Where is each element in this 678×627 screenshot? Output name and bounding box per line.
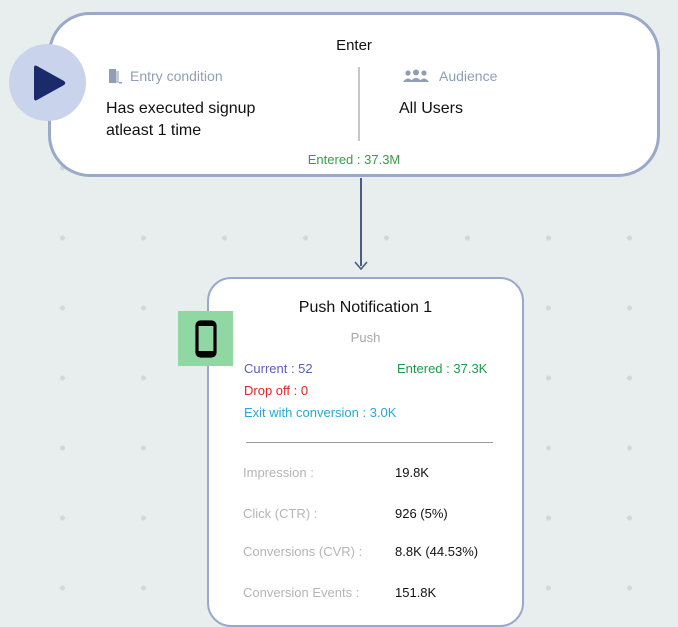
metric-value-impression: 19.8K (395, 465, 429, 480)
metric-value-conversions: 8.8K (44.53%) (395, 544, 479, 559)
mobile-phone-icon (194, 319, 217, 358)
push-node-title: Push Notification 1 (298, 299, 433, 316)
enter-node-title: Enter (336, 37, 372, 54)
entry-condition-header: Entry condition (108, 68, 223, 84)
start-play-button[interactable] (9, 44, 86, 121)
flow-connector-line (360, 178, 362, 266)
push-drop-off-count: Drop off : 0 (244, 383, 309, 398)
play-icon (33, 65, 65, 100)
push-entered-count: Entered : 37.3K (397, 361, 488, 376)
entry-condition-line2: atleast 1 time (106, 122, 202, 139)
enter-node-entered-count: Entered : 37.3M (307, 152, 401, 167)
metric-value-click: 926 (5%) (395, 506, 448, 521)
metric-label-impression: Impression : (243, 465, 314, 480)
entry-condition-line1: Has executed signup (106, 100, 256, 117)
entry-condition-label: Entry condition (130, 68, 223, 84)
audience-value: All Users (399, 100, 464, 117)
audience-header: Audience (401, 68, 497, 84)
push-exit-conversion-count: Exit with conversion : 3.0K (244, 405, 397, 420)
metric-label-conversions: Conversions (CVR) : (243, 544, 363, 559)
metric-label-click: Click (CTR) : (243, 506, 318, 521)
metric-label-conversion-events: Conversion Events : (243, 585, 360, 600)
door-icon (109, 69, 122, 84)
push-current-count: Current : 52 (244, 361, 313, 376)
users-icon (403, 69, 429, 82)
push-channel-badge (178, 311, 233, 366)
column-divider (358, 67, 360, 141)
push-notification-node-card[interactable]: Push Notification 1 Push Current : 52 En… (207, 277, 524, 627)
arrow-down-icon (354, 261, 368, 271)
push-node-divider (246, 442, 493, 443)
push-node-channel: Push (350, 330, 381, 345)
audience-label: Audience (439, 68, 498, 84)
enter-node-card[interactable]: Enter Entry condition Has executed signu… (48, 12, 660, 177)
entry-condition-value: Has executed signup atleast 1 time (106, 98, 255, 142)
metric-value-conversion-events: 151.8K (395, 585, 437, 600)
